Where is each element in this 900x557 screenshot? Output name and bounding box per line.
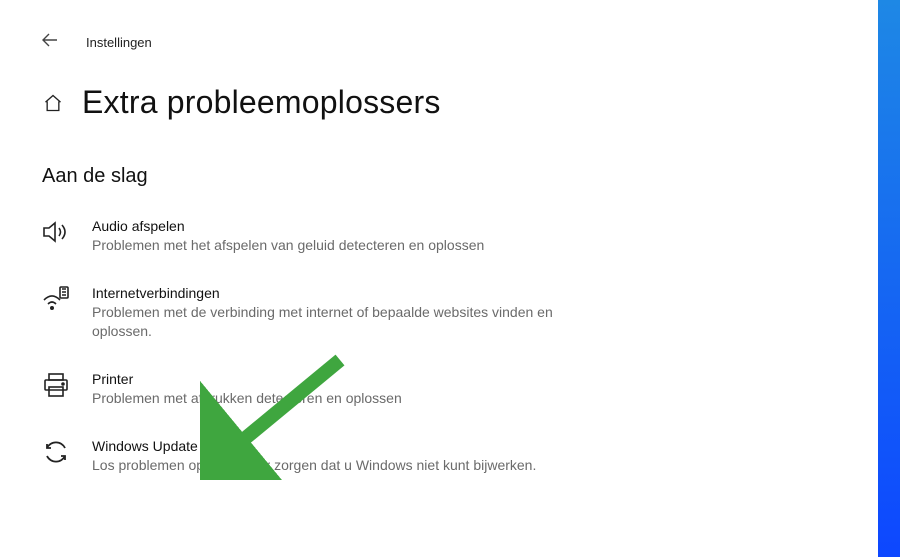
wifi-icon — [42, 285, 70, 313]
page-title: Extra probleemoplossers — [82, 84, 441, 121]
item-desc: Problemen met afdrukken detecteren en op… — [92, 389, 402, 408]
item-desc: Los problemen op die ervoor zorgen dat u… — [92, 456, 536, 475]
troubleshooter-list: Audio afspelen Problemen met het afspele… — [0, 188, 640, 478]
item-title: Audio afspelen — [92, 218, 484, 234]
section-heading: Aan de slag — [0, 121, 900, 188]
troubleshooter-item-printer[interactable]: Printer Problemen met afdrukken detecter… — [42, 367, 640, 412]
back-button[interactable] — [42, 33, 58, 51]
speaker-icon — [42, 218, 70, 246]
troubleshooter-item-windows-update[interactable]: Windows Update Los problemen op die ervo… — [42, 434, 640, 479]
troubleshooter-item-internet[interactable]: Internetverbindingen Problemen met de ve… — [42, 281, 640, 345]
item-title: Internetverbindingen — [92, 285, 612, 301]
item-desc: Problemen met de verbinding met internet… — [92, 303, 612, 341]
home-icon[interactable] — [42, 92, 64, 114]
item-title: Windows Update — [92, 438, 536, 454]
printer-icon — [42, 371, 70, 399]
item-desc: Problemen met het afspelen van geluid de… — [92, 236, 484, 255]
app-title: Instellingen — [86, 35, 152, 50]
item-title: Printer — [92, 371, 402, 387]
troubleshooter-item-audio[interactable]: Audio afspelen Problemen met het afspele… — [42, 214, 640, 259]
sync-icon — [42, 438, 70, 466]
